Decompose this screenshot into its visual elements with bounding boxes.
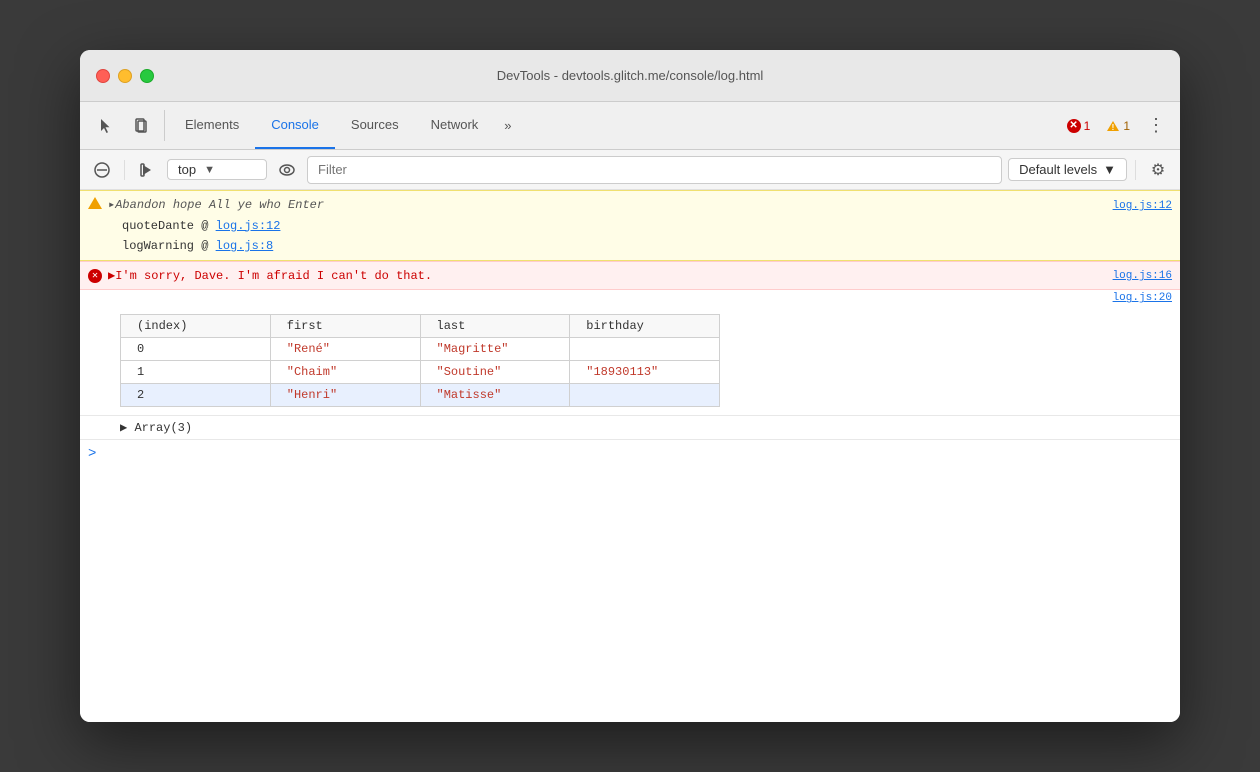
log-warning-link[interactable]: log.js:8 (216, 239, 274, 253)
table-header-index: (index) (121, 315, 271, 338)
warning-triangle-icon (88, 197, 102, 209)
eye-icon (279, 164, 295, 176)
warning-log-line-1: ▸Abandon hope All ye who Enter log.js:12 (108, 195, 1172, 216)
svg-text:!: ! (1112, 123, 1115, 132)
traffic-lights (96, 69, 154, 83)
context-selector[interactable]: top ▼ (167, 159, 267, 180)
table-row: 0 "René" "Magritte" (121, 338, 720, 361)
tabs-right-area: ✕ 1 ! 1 ⋮ (1061, 102, 1172, 149)
close-button[interactable] (96, 69, 110, 83)
error-icon: ✕ (1067, 119, 1081, 133)
array-expand-icon: ▶ (120, 421, 127, 435)
window-title: DevTools - devtools.glitch.me/console/lo… (497, 68, 764, 83)
filter-input[interactable] (307, 156, 1002, 184)
toolbar-separator-1 (124, 160, 125, 180)
log-levels-button[interactable]: Default levels ▼ (1008, 158, 1127, 181)
console-table-area: (index) first last birthday 0 "René" "Ma… (80, 306, 1180, 416)
warning-log-block: ▸Abandon hope All ye who Enter log.js:12… (80, 190, 1180, 261)
table-source-line: log.js:20 (80, 290, 1180, 306)
prompt-symbol: > (88, 446, 96, 462)
cursor-icon-button[interactable] (88, 102, 124, 149)
more-tabs-button[interactable]: » (494, 102, 521, 149)
cell-index-2: 2 (121, 384, 271, 407)
tab-console[interactable]: Console (255, 102, 335, 149)
mobile-icon-button[interactable] (124, 102, 160, 149)
cell-last-1: "Soutine" (420, 361, 570, 384)
cell-birthday-0 (570, 338, 720, 361)
cell-birthday-2 (570, 384, 720, 407)
table-source-link[interactable]: log.js:20 (1113, 292, 1172, 304)
cell-index-1: 1 (121, 361, 271, 384)
warning-triangle-icon: ! (1106, 120, 1120, 132)
error-source-link[interactable]: log.js:16 (1113, 270, 1172, 282)
table-header-last: last (420, 315, 570, 338)
devtools-window: DevTools - devtools.glitch.me/console/lo… (80, 50, 1180, 722)
cell-last-0: "Magritte" (420, 338, 570, 361)
cell-first-2: "Henri" (270, 384, 420, 407)
table-header-first: first (270, 315, 420, 338)
table-row: 2 "Henri" "Matisse" (121, 384, 720, 407)
play-icon (140, 163, 154, 177)
console-prompt[interactable]: > (80, 440, 1180, 468)
console-output: ▸Abandon hope All ye who Enter log.js:12… (80, 190, 1180, 722)
cell-first-0: "René" (270, 338, 420, 361)
context-arrow-icon: ▼ (204, 164, 215, 176)
preserve-log-button[interactable] (273, 156, 301, 184)
array-log-line[interactable]: ▶ Array(3) (80, 416, 1180, 440)
tab-elements[interactable]: Elements (169, 102, 255, 149)
warning-log-line-2: quoteDante @ log.js:12 (108, 216, 1172, 236)
error-circle-icon: ✕ (88, 269, 102, 283)
quote-dante-link[interactable]: log.js:12 (216, 219, 281, 233)
execute-button[interactable] (133, 156, 161, 184)
devtools-tabs-bar: Elements Console Sources Network » ✕ 1 (80, 102, 1180, 150)
console-data-table: (index) first last birthday 0 "René" "Ma… (120, 314, 720, 407)
tab-network[interactable]: Network (415, 102, 495, 149)
warn-count-badge[interactable]: ! 1 (1100, 117, 1136, 135)
minimize-button[interactable] (118, 69, 132, 83)
tab-separator (164, 110, 165, 141)
error-log-block: ✕ ▶I'm sorry, Dave. I'm afraid I can't d… (80, 261, 1180, 290)
table-header-row: (index) first last birthday (121, 315, 720, 338)
title-bar: DevTools - devtools.glitch.me/console/lo… (80, 50, 1180, 102)
settings-button[interactable]: ⚙ (1144, 156, 1172, 184)
cell-index-0: 0 (121, 338, 271, 361)
tab-sources[interactable]: Sources (335, 102, 415, 149)
table-header-birthday: birthday (570, 315, 720, 338)
levels-arrow-icon: ▼ (1103, 162, 1116, 177)
warning-log-line-3: logWarning @ log.js:8 (108, 236, 1172, 256)
console-toolbar: top ▼ Default levels ▼ ⚙ (80, 150, 1180, 190)
clear-console-button[interactable] (88, 156, 116, 184)
maximize-button[interactable] (140, 69, 154, 83)
warning-source-link-1[interactable]: log.js:12 (1113, 197, 1172, 216)
more-options-button[interactable]: ⋮ (1140, 110, 1172, 142)
error-count-badge[interactable]: ✕ 1 (1061, 117, 1097, 135)
error-message: ▶I'm sorry, Dave. I'm afraid I can't do … (108, 268, 432, 283)
toolbar-separator-2 (1135, 160, 1136, 180)
devtools-body: Elements Console Sources Network » ✕ 1 (80, 102, 1180, 722)
cell-first-1: "Chaim" (270, 361, 420, 384)
cell-last-2: "Matisse" (420, 384, 570, 407)
table-row: 1 "Chaim" "Soutine" "18930113" (121, 361, 720, 384)
clear-icon (94, 162, 110, 178)
cell-birthday-1: "18930113" (570, 361, 720, 384)
warning-text-1: ▸Abandon hope All ye who Enter (108, 195, 324, 215)
